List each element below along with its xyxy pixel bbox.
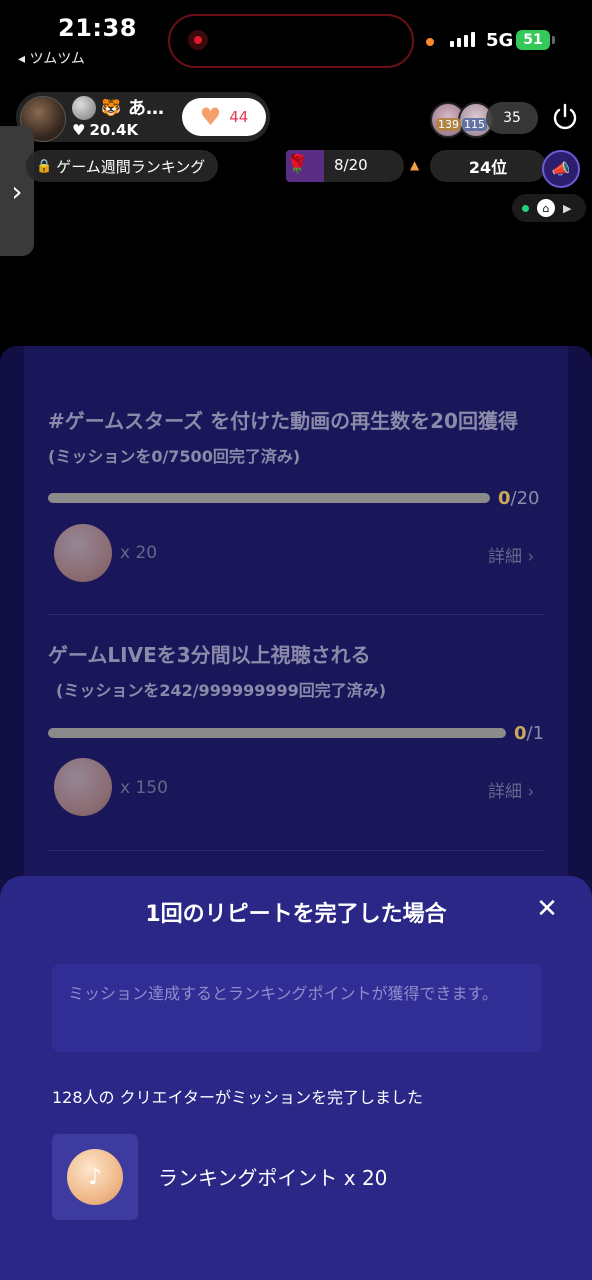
coin-icon bbox=[54, 758, 112, 816]
host-name[interactable]: あ… bbox=[128, 94, 164, 120]
mission-progress-bar-2 bbox=[48, 728, 506, 738]
mission-divider bbox=[48, 614, 544, 615]
mission-title-1: #ゲームスターズ を付けた動画の再生数を20回獲得 (ミッションを0/7500回… bbox=[48, 404, 548, 474]
close-button[interactable]: ✕ bbox=[532, 894, 562, 924]
coin-icon bbox=[54, 524, 112, 582]
live-dot-icon bbox=[522, 204, 529, 212]
reward-tile: ♪ bbox=[52, 1134, 138, 1220]
heart-count: 44 bbox=[229, 108, 249, 126]
sheet-title: 1回のリピートを完了した場合 bbox=[145, 902, 447, 927]
home-icon: ⌂ bbox=[537, 199, 555, 217]
reward-label: ランキングポイント x 20 bbox=[158, 1166, 388, 1190]
mission-divider bbox=[48, 850, 544, 851]
mission-progress-2: 0/1 bbox=[514, 723, 544, 744]
mission-reward-2: x 150 bbox=[120, 778, 168, 798]
live-home-pill[interactable]: ⌂ ▶ bbox=[512, 194, 586, 222]
mission-progress-done-2: 0 bbox=[514, 723, 527, 744]
mission-title-1-text: #ゲームスターズ を付けた動画の再生数を20回獲得 bbox=[48, 409, 518, 433]
status-time: 21:38 bbox=[58, 14, 137, 42]
heart-outline-icon: ♥ bbox=[72, 121, 86, 139]
mission-sub-2: (ミッションを242/999999999回完了済み) bbox=[56, 681, 387, 700]
mission-title-2-text: ゲームLIVEを3分間以上視聴される bbox=[48, 643, 371, 667]
coin-icon: ♪ bbox=[67, 1149, 123, 1205]
mission-progress-done-1: 0 bbox=[498, 488, 511, 509]
heart-icon: ♥ bbox=[199, 103, 222, 131]
flame-icon: ▲ bbox=[410, 158, 420, 172]
mission-progress-total-1: /20 bbox=[510, 488, 540, 509]
creators-completed-text: 128人の クリエイターがミッションを完了しました bbox=[52, 1088, 423, 1107]
ranking-label: ゲーム週間ランキング bbox=[56, 157, 206, 176]
megaphone-icon[interactable]: 📣 bbox=[542, 150, 580, 188]
mission-detail-link-1[interactable]: 詳細 › bbox=[488, 542, 534, 567]
mission-reward-1: x 20 bbox=[120, 543, 158, 563]
viewer-count[interactable]: 35 bbox=[486, 102, 538, 134]
host-likes-value: 20.4K bbox=[89, 121, 139, 139]
rose-icon: 🌹 bbox=[286, 154, 309, 175]
battery-icon: 51 bbox=[516, 30, 550, 50]
host-likes: ♥ 20.4K bbox=[72, 121, 138, 139]
mission-title-2: ゲームLIVEを3分間以上視聴される (ミッションを242/999999999回… bbox=[48, 638, 548, 708]
viewer-badge-1: 139 bbox=[436, 118, 461, 131]
mission-detail-link-2[interactable]: 詳細 › bbox=[488, 777, 534, 802]
chevron-right-icon: › bbox=[11, 174, 23, 208]
side-panel-toggle[interactable]: › bbox=[0, 126, 34, 256]
mission-sub-1: (ミッションを0/7500回完了済み) bbox=[48, 447, 301, 466]
recording-icon bbox=[188, 30, 208, 50]
network-label: 5G bbox=[486, 30, 514, 51]
signal-icon bbox=[450, 32, 475, 47]
play-arrow-icon: ▶ bbox=[563, 201, 572, 215]
tiger-icon: 🐯 bbox=[101, 97, 121, 117]
host-badge-icon bbox=[72, 96, 96, 120]
goal-progress-pill[interactable]: 🌹 8/20 bbox=[286, 150, 404, 182]
privacy-indicator-dot bbox=[426, 38, 434, 46]
mission-progress-total-2: /1 bbox=[526, 723, 545, 744]
power-icon[interactable] bbox=[550, 102, 580, 132]
goal-progress-text: 8/20 bbox=[334, 156, 368, 174]
viewer-badge-2: 115 bbox=[462, 118, 487, 131]
info-note: ミッション達成するとランキングポイントが獲得できます。 bbox=[52, 964, 542, 1052]
back-to-app-link[interactable]: ◂ ツムツム bbox=[18, 48, 85, 68]
weekly-ranking-pill[interactable]: 🔒 ゲーム週間ランキング bbox=[26, 150, 218, 182]
lock-icon: 🔒 bbox=[36, 158, 53, 174]
rank-position-pill[interactable]: 24位 bbox=[430, 150, 546, 182]
mission-progress-1: 0/20 bbox=[498, 488, 540, 509]
heart-button[interactable]: ♥ 44 bbox=[182, 98, 266, 136]
battery-tip bbox=[552, 36, 555, 44]
mission-progress-bar-1 bbox=[48, 493, 490, 503]
